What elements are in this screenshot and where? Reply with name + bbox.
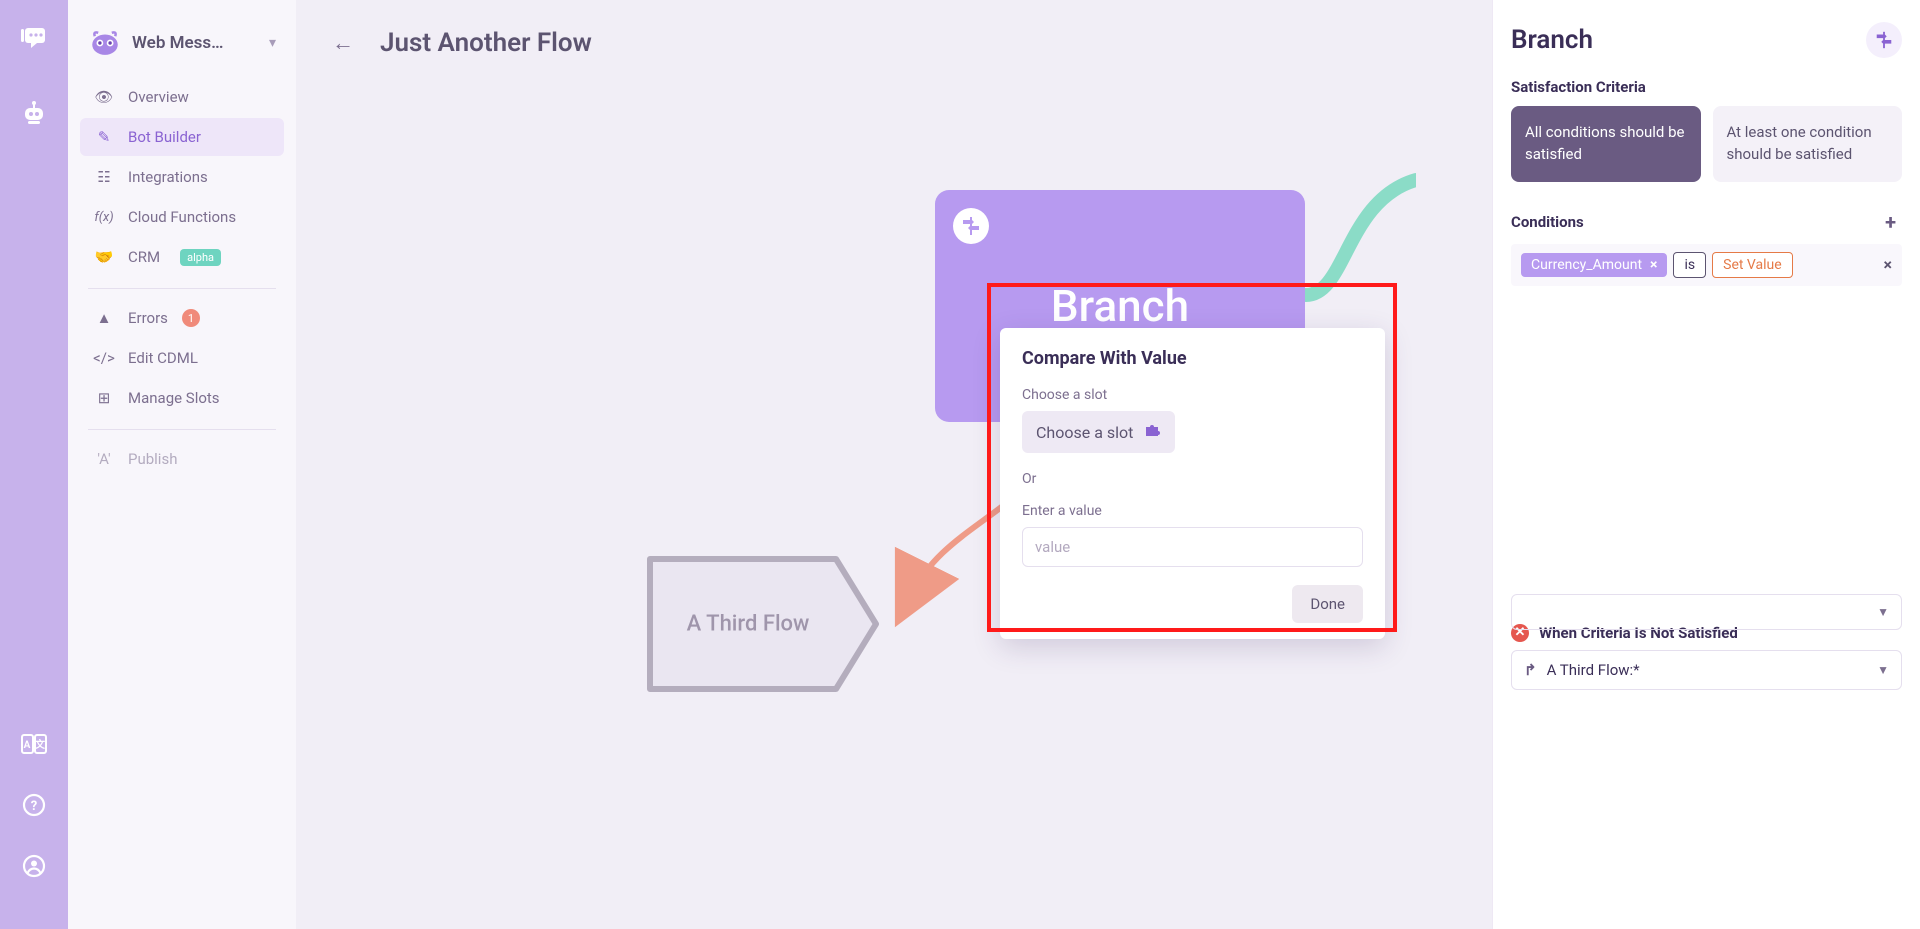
branch-type-icon[interactable]	[1866, 22, 1902, 58]
icon-rail: A文 ?	[0, 0, 68, 929]
nav-manage-slots[interactable]: ⊞ Manage Slots	[80, 379, 284, 417]
warning-icon: ▲	[94, 309, 114, 327]
criteria-row: All conditions should be satisfied At le…	[1511, 106, 1902, 182]
criteria-any[interactable]: At least one condition should be satisfi…	[1713, 106, 1903, 182]
workspace-name: Web Mess…	[132, 33, 259, 53]
third-flow-node[interactable]: A Third Flow	[646, 555, 880, 693]
error-count-badge: 1	[182, 309, 200, 327]
bot-icon[interactable]	[16, 96, 52, 132]
done-button[interactable]: Done	[1292, 585, 1363, 623]
puzzle-icon: ⊞	[94, 389, 114, 407]
nav-cloud-functions[interactable]: f(x) Cloud Functions	[80, 198, 284, 236]
nav-label: Publish	[128, 450, 177, 468]
chevron-down-icon: ▼	[1877, 605, 1889, 619]
condition-slot-chip[interactable]: Currency_Amount ×	[1521, 253, 1667, 277]
nav-integrations[interactable]: ☷ Integrations	[80, 158, 284, 196]
divider	[88, 288, 276, 289]
nav-label: Cloud Functions	[128, 208, 236, 226]
messages-icon[interactable]	[16, 20, 52, 56]
canvas-topbar: ← Just Another Flow	[296, 0, 1492, 86]
handshake-icon: 🤝	[94, 248, 114, 266]
nav-label: Integrations	[128, 168, 208, 186]
branch-properties-panel: Branch Satisfaction Criteria All conditi…	[1492, 0, 1920, 929]
value-input[interactable]	[1022, 527, 1363, 567]
criteria-all[interactable]: All conditions should be satisfied	[1511, 106, 1701, 182]
flow-icon: ↱	[1524, 661, 1537, 679]
svg-text:A: A	[24, 740, 31, 751]
not-satisfied-target-select[interactable]: ↱ A Third Flow:* ▼	[1511, 650, 1902, 690]
nav-publish[interactable]: 'A' Publish	[80, 440, 284, 478]
chevron-down-icon: ▾	[269, 35, 276, 51]
localization-icon[interactable]: A文	[16, 726, 52, 762]
nav-edit-cdml[interactable]: </> Edit CDML	[80, 339, 284, 377]
nav-bot-builder[interactable]: ✎ Bot Builder	[80, 118, 284, 156]
branch-node-label: Branch	[1051, 280, 1189, 332]
nav-overview[interactable]: 👁 Overview	[80, 78, 284, 116]
popover-title: Compare With Value	[1022, 348, 1363, 369]
nav-label: Edit CDML	[128, 349, 198, 367]
nav-label: Manage Slots	[128, 389, 220, 407]
sidebar: Web Mess… ▾ 👁 Overview ✎ Bot Builder ☷ Inte…	[68, 0, 296, 929]
layers-icon: ☷	[94, 168, 114, 186]
chip-text: Currency_Amount	[1531, 257, 1642, 273]
condition-row: Currency_Amount × is Set Value ×	[1511, 244, 1902, 286]
choose-slot-label: Choose a slot	[1022, 387, 1363, 403]
svg-text:文: 文	[35, 738, 46, 751]
panel-title: Branch	[1511, 25, 1593, 55]
compare-value-popover: Compare With Value Choose a slot Choose …	[1000, 328, 1385, 639]
help-icon[interactable]: ?	[16, 787, 52, 823]
nav-errors[interactable]: ▲ Errors 1	[80, 299, 284, 337]
conditions-label: Conditions	[1511, 213, 1584, 231]
puzzle-icon	[1143, 421, 1161, 443]
nav-crm[interactable]: 🤝 CRM alpha	[80, 238, 284, 276]
enter-value-label: Enter a value	[1022, 503, 1363, 519]
satisfied-target-select[interactable]: ▼	[1511, 594, 1902, 630]
back-button[interactable]: ←	[326, 24, 360, 62]
nav-label: Errors	[128, 309, 168, 327]
alpha-badge: alpha	[180, 249, 221, 266]
function-icon: f(x)	[94, 210, 114, 225]
nav-label: CRM	[128, 248, 160, 266]
set-value-chip[interactable]: Set Value	[1712, 252, 1793, 278]
eye-icon: 👁	[94, 88, 114, 106]
canvas-title: Just Another Flow	[380, 28, 592, 58]
or-label: Or	[1022, 471, 1363, 487]
chevron-down-icon: ▼	[1877, 663, 1889, 677]
remove-slot-icon[interactable]: ×	[1650, 257, 1657, 273]
workspace-logo-icon	[88, 26, 122, 60]
divider	[88, 429, 276, 430]
nav-label: Overview	[128, 88, 189, 106]
pencil-icon: ✎	[94, 128, 114, 146]
svg-text:?: ?	[31, 799, 37, 814]
account-icon[interactable]	[16, 848, 52, 884]
workspace-selector[interactable]: Web Mess… ▾	[80, 18, 284, 78]
remove-condition-button[interactable]: ×	[1884, 255, 1893, 274]
select-value: A Third Flow:*	[1547, 661, 1640, 679]
publish-icon: 'A'	[94, 450, 114, 468]
button-label: Choose a slot	[1036, 423, 1133, 442]
nav-label: Bot Builder	[128, 128, 201, 146]
third-flow-label: A Third Flow	[646, 612, 850, 637]
condition-operator-chip[interactable]: is	[1673, 252, 1706, 278]
code-icon: </>	[94, 349, 114, 367]
signpost-icon	[953, 208, 989, 244]
add-condition-button[interactable]: +	[1879, 208, 1902, 236]
satisfaction-criteria-label: Satisfaction Criteria	[1511, 78, 1902, 96]
choose-slot-button[interactable]: Choose a slot	[1022, 411, 1175, 453]
